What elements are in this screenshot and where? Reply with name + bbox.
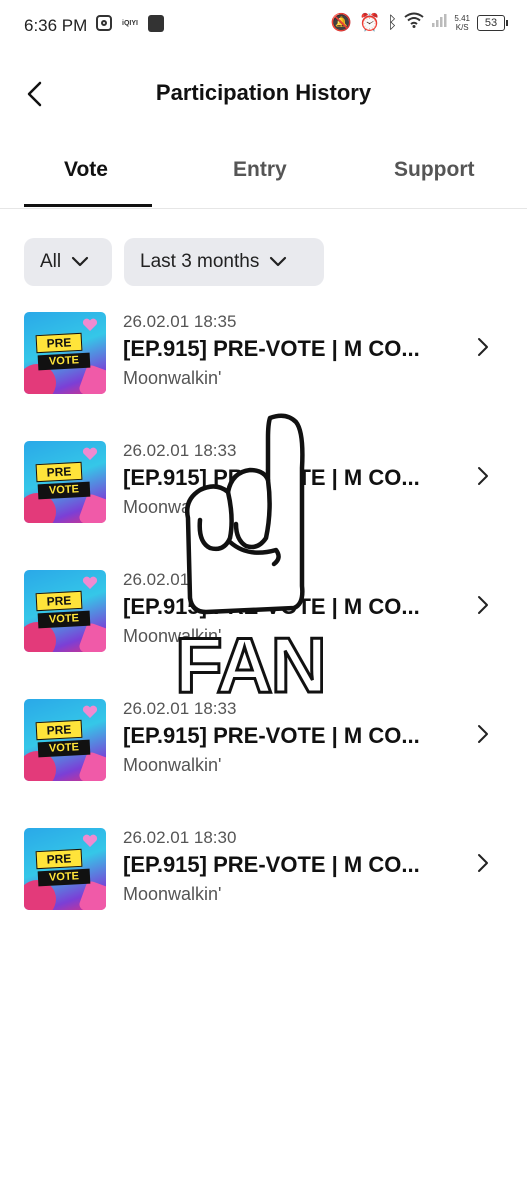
page-title: Participation History bbox=[155, 80, 372, 105]
pre-vote-thumbnail: PRE VOTE bbox=[24, 441, 106, 523]
chevron-right-icon bbox=[478, 338, 488, 356]
thumbnail-pre-label: PRE bbox=[35, 590, 83, 612]
item-title: [EP.915] PRE-VOTE | M CO... bbox=[123, 336, 420, 361]
iqiyi-icon: iQIYI bbox=[122, 20, 138, 27]
speed-unit: K/S bbox=[455, 22, 469, 32]
thumbnail-vote-label: VOTE bbox=[37, 481, 91, 500]
type-filter-label: All bbox=[40, 251, 62, 272]
tab-support[interactable]: Support bbox=[394, 158, 474, 182]
pre-vote-thumbnail: PRE VOTE bbox=[24, 699, 106, 781]
watermark-text: FAN bbox=[178, 621, 323, 704]
speed-value: 5.41 bbox=[454, 13, 470, 23]
heart-icon bbox=[82, 318, 98, 331]
item-subtitle: Moonwalkin' bbox=[123, 755, 222, 775]
network-speed: 5.41 K/S bbox=[454, 14, 470, 32]
chevron-down-icon bbox=[72, 256, 89, 267]
signal-icon bbox=[431, 12, 447, 33]
type-filter-dropdown[interactable]: All bbox=[24, 238, 112, 286]
app-header: Participation History bbox=[0, 60, 527, 130]
date-range-label: Last 3 months bbox=[140, 251, 260, 272]
pre-vote-thumbnail: PRE VOTE bbox=[24, 828, 106, 910]
chevron-right-icon bbox=[478, 467, 488, 485]
chevron-right-icon bbox=[478, 596, 488, 614]
thumbnail-pre-label: PRE bbox=[35, 461, 83, 483]
battery-icon: 53 bbox=[477, 14, 508, 31]
list-item[interactable]: PRE VOTE 26.02.01 18:35 [EP.915] PRE-VOT… bbox=[0, 300, 527, 400]
item-title: [EP.915] PRE-VOTE | M CO... bbox=[123, 852, 420, 877]
thumbnail-vote-label: VOTE bbox=[37, 610, 91, 629]
bluetooth-icon: ᛒ bbox=[387, 12, 398, 32]
instagram-icon bbox=[96, 15, 112, 31]
heart-icon bbox=[82, 834, 98, 847]
heart-icon bbox=[82, 447, 98, 460]
thumbnail-vote-label: VOTE bbox=[37, 868, 91, 887]
item-subtitle: Moonwalkin' bbox=[123, 368, 222, 388]
pre-vote-thumbnail: PRE VOTE bbox=[24, 312, 106, 394]
pre-vote-thumbnail: PRE VOTE bbox=[24, 570, 106, 652]
app-notification-icon bbox=[148, 15, 164, 32]
thumbnail-pre-label: PRE bbox=[35, 719, 83, 741]
item-title: [EP.915] PRE-VOTE | M CO... bbox=[123, 723, 420, 748]
date-range-dropdown[interactable]: Last 3 months bbox=[124, 238, 324, 286]
chevron-right-icon bbox=[478, 725, 488, 743]
tab-bar: Vote Entry Support bbox=[0, 140, 527, 209]
chevron-down-icon bbox=[270, 256, 287, 267]
list-item[interactable]: PRE VOTE 26.02.01 18:30 [EP.915] PRE-VOT… bbox=[0, 816, 527, 916]
status-bar: 6:36 PM iQIYI 🔕 ⏰ ᛒ 5.41 K/S 53 bbox=[0, 0, 527, 52]
heart-icon bbox=[82, 576, 98, 589]
wifi-icon bbox=[404, 12, 425, 33]
tab-entry[interactable]: Entry bbox=[233, 158, 287, 182]
status-time: 6:36 PM bbox=[24, 16, 88, 35]
item-subtitle: Moonwalkin' bbox=[123, 884, 222, 904]
mute-bell-icon: 🔕 bbox=[330, 12, 353, 32]
fan-hand-watermark: FAN bbox=[178, 413, 323, 704]
status-icons: 🔕 ⏰ ᛒ 5.41 K/S 53 bbox=[330, 12, 508, 33]
alarm-icon: ⏰ bbox=[359, 12, 381, 32]
thumbnail-vote-label: VOTE bbox=[37, 352, 91, 371]
item-date: 26.02.01 18:35 bbox=[123, 312, 237, 331]
thumbnail-pre-label: PRE bbox=[35, 332, 83, 354]
item-date: 26.02.01 18:30 bbox=[123, 828, 237, 847]
heart-icon bbox=[82, 705, 98, 718]
thumbnail-pre-label: PRE bbox=[35, 848, 83, 870]
thumbnail-vote-label: VOTE bbox=[37, 739, 91, 758]
tab-vote[interactable]: Vote bbox=[64, 158, 108, 182]
active-tab-indicator bbox=[24, 204, 152, 207]
chevron-right-icon bbox=[478, 854, 488, 872]
